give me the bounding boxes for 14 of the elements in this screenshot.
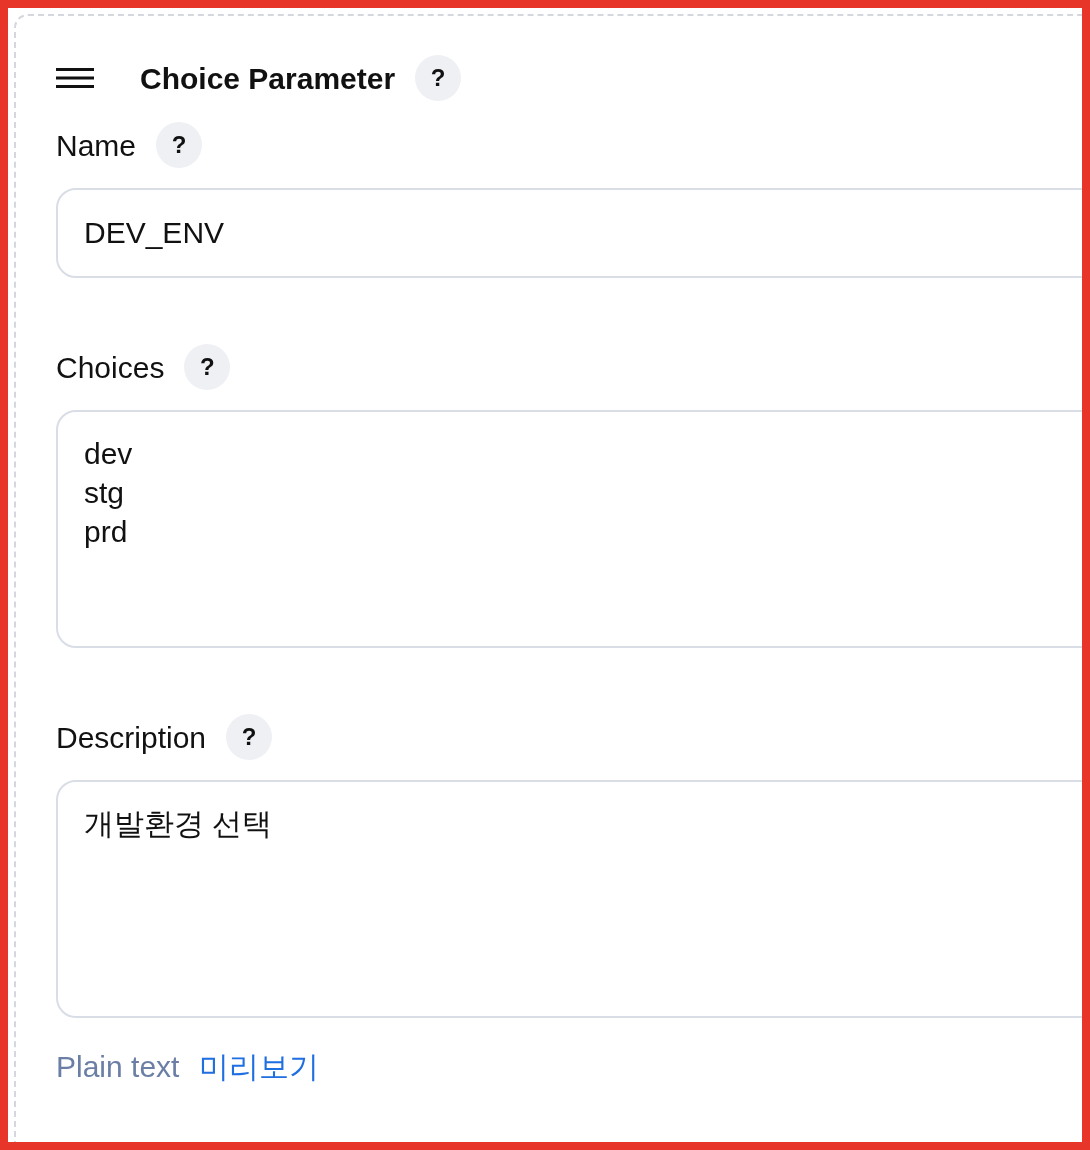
field-label: Description <box>56 719 207 756</box>
name-input[interactable]: DEV_ENV <box>56 188 1082 278</box>
help-button[interactable]: ? <box>415 55 462 101</box>
preview-link[interactable]: 미리보기 <box>199 1044 320 1089</box>
text-area[interactable]: dev stg prd <box>56 410 1082 648</box>
field-label: Choices <box>56 349 165 386</box>
help-button[interactable]: ? <box>184 344 231 390</box>
menu-icon[interactable] <box>56 68 94 88</box>
help-button[interactable]: ? <box>226 714 273 760</box>
field-label: Name <box>56 127 137 164</box>
text-area[interactable]: 개발환경 선택 <box>56 780 1082 1018</box>
format-label: Plain text <box>56 1049 180 1085</box>
help-button[interactable]: ? <box>156 122 203 168</box>
section-title: Choice Parameter <box>140 60 396 97</box>
